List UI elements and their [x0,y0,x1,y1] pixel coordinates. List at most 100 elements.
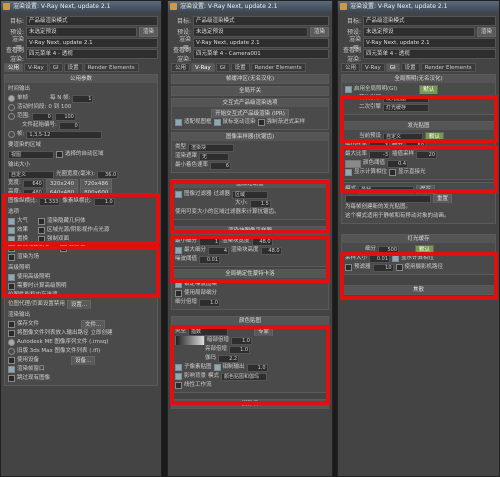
width-spinner[interactable]: 640 [22,179,44,188]
legacy-radio[interactable] [8,348,15,355]
view-dropdown[interactable]: 四元菜单 4 - 透视 [26,48,158,59]
tab-settings[interactable]: 设置 [400,63,420,72]
app-icon [170,3,177,10]
rollout-title[interactable]: 灯光缓存 [342,235,495,243]
tab-vray[interactable]: V-Ray [191,63,215,72]
highlight-image-filter [170,180,330,234]
reset-button[interactable]: 重置 [433,194,453,203]
rollout-title[interactable]: 交互式产品级渲染选项 [172,99,328,107]
mode-description-1: 为每帧创建新的发光贴图。 [345,204,412,210]
range-label: 范围: [17,113,30,119]
enable-gi-checkbox[interactable] [345,86,352,93]
view-dropdown[interactable]: 四元菜单 4 - Camera001 [193,48,329,59]
res-720-button[interactable]: 720x486 [80,179,113,188]
devices-button[interactable]: 设备... [71,356,96,365]
rollout-title[interactable]: 全局照明(无名汉化) [342,75,495,83]
tab-gi[interactable]: GI [48,63,63,72]
start-ipr-button[interactable]: 开始交互式产品级渲染 (IPR) [211,109,289,118]
frames-input[interactable]: 1,3,5-12 [26,130,103,139]
render-frame-checkbox[interactable] [8,366,15,373]
single-radio[interactable] [8,95,15,102]
tab-bar: 公用 V-Ray GI 设置 Render Elements [4,63,158,72]
mouse-driven-label: 鼠标驱动渲染 [222,119,256,125]
im-file-input[interactable] [345,194,431,203]
tab-settings[interactable]: 设置 [63,63,83,72]
render-mask-label: 渲染遮罩 [175,153,198,159]
window-titlebar: 渲染设置: V-Ray Next, update 2.1 [168,1,332,13]
tab-gi[interactable]: GI [385,63,400,72]
files-button[interactable]: 文件... [81,320,106,329]
skip-existing-checkbox[interactable] [8,375,15,382]
preset-dropdown[interactable]: 未选定预设 [26,26,137,37]
target-dropdown[interactable]: 产品级渲染模式 [26,15,158,26]
tab-bar: 公用 V-Ray GI 设置 Render Elements [341,63,496,72]
range-from-spinner[interactable]: 0 [31,112,53,121]
highlight-gi [340,95,498,143]
highlight-color-mapping [170,325,330,405]
rollout-title[interactable]: 全局开关 [172,87,328,95]
setup-button[interactable]: 设置... [66,300,92,309]
fit-view-checkbox[interactable] [175,119,182,126]
create-now-button[interactable]: 立即创建 [91,329,113,338]
file-start-label: 文件起始编号: [22,122,57,128]
use-local-checkbox[interactable] [175,290,182,297]
res-320-button[interactable]: 320x240 [45,179,79,188]
rollout-title[interactable]: 颜色贴图 [172,317,328,325]
tab-render-elements[interactable]: Render Elements [420,63,476,72]
tab-vray[interactable]: V-Ray [361,63,385,72]
sampler-type-dropdown[interactable]: 渲染块 [188,143,235,152]
tab-common[interactable]: 公用 [171,63,191,72]
force-progressive-checkbox[interactable] [257,119,265,126]
render-button[interactable]: 渲染 [138,26,158,37]
range-radio[interactable] [8,113,15,120]
split-channels-checkbox[interactable] [8,330,15,337]
tab-render-elements[interactable]: Render Elements [83,63,139,72]
tab-settings[interactable]: 设置 [230,63,250,72]
gi-default-button[interactable]: 默认 [419,85,439,94]
use-device-checkbox[interactable] [8,357,15,364]
renderer-dropdown[interactable]: V-Ray Next, update 2.1 [26,37,158,48]
time-output-label: 时间输出 [8,86,31,92]
output-size-label: 输出大小 [8,162,31,168]
active-segment-radio[interactable] [8,104,15,111]
file-start-spinner[interactable]: 0 [58,121,80,130]
tab-common[interactable]: 公用 [4,63,24,72]
size-preset-dropdown[interactable]: 自定义 [8,170,54,179]
tab-render-elements[interactable]: Render Elements [250,63,306,72]
frames-radio[interactable] [8,131,15,138]
mouse-driven-checkbox[interactable] [213,119,221,126]
tab-vray[interactable]: V-Ray [24,63,48,72]
renderer-dropdown[interactable]: V-Ray Next, update 2.1 [363,37,496,48]
renderer-dropdown[interactable]: V-Ray Next, update 2.1 [193,37,329,48]
render-button[interactable]: 渲染 [309,26,329,37]
aperture-spinner[interactable]: 36.0 [97,170,119,179]
auto-region-checkbox[interactable] [56,151,63,158]
autodesk-radio[interactable] [8,339,15,346]
tab-gi[interactable]: GI [215,63,230,72]
preset-dropdown[interactable]: 未选定预设 [193,26,308,37]
every-n-spinner[interactable]: 1 [72,94,94,103]
min-shading-spinner[interactable]: 6 [210,161,232,170]
range-to-spinner[interactable]: 100 [54,112,76,121]
enable-gi-label: 启用全局照明(GI) [354,86,398,92]
rollout-title[interactable]: 帧缓冲区(无名汉化) [172,75,328,83]
tab-common[interactable]: 公用 [341,63,361,72]
target-dropdown[interactable]: 产品级渲染模式 [193,15,329,26]
view-label: 查看到渲染: [5,46,24,63]
view-label: 查看到渲染: [172,46,191,63]
render-mask-dropdown[interactable]: 无 [199,152,230,161]
rollout-title[interactable]: 图像采样器(抗锯齿) [172,133,328,141]
target-dropdown[interactable]: 产品级渲染模式 [363,15,496,26]
area-dropdown[interactable]: 视图 [8,150,54,159]
rollout-title[interactable]: 公用参数 [5,75,157,83]
preset-dropdown[interactable]: 未选定预设 [363,26,475,37]
render-setup-window-3: 渲染设置: V-Ray Next, update 2.1 目标: 产品级渲染模式 … [337,0,500,477]
view-dropdown[interactable]: 四元菜单 4 - 透视 [363,48,496,59]
area-title: 要渲染的区域 [8,142,42,148]
window-title: 渲染设置: V-Ray Next, update 2.1 [180,3,278,10]
save-file-label: 保存文件 [17,321,40,327]
save-file-checkbox[interactable] [8,321,15,328]
subdiv-mult-spinner[interactable]: 1.0 [199,298,221,307]
use-device-label: 使用设备 [17,357,40,363]
render-button[interactable]: 渲染 [476,26,496,37]
